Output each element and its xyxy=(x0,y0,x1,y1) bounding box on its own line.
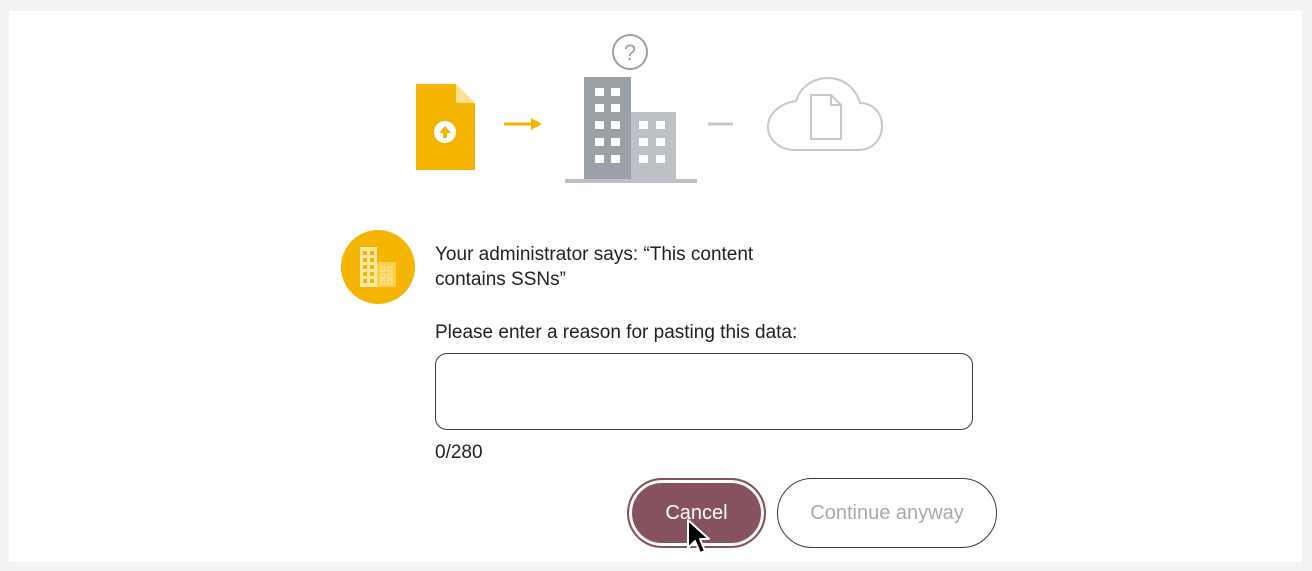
admin-message: Your administrator says: “This content c… xyxy=(435,242,835,292)
admin-message-line-1: Your administrator says: “This content xyxy=(435,244,754,265)
admin-message-line-2: contains SSNs” xyxy=(435,269,566,290)
reason-label: Please enter a reason for pasting this d… xyxy=(435,322,798,343)
organization-building-icon xyxy=(565,77,697,183)
arrow-right-icon xyxy=(504,118,542,130)
question-mark-icon: ? xyxy=(612,34,648,70)
character-counter: 0/280 xyxy=(435,442,483,463)
reason-input[interactable] xyxy=(435,353,973,430)
svg-text:?: ? xyxy=(624,40,636,65)
cloud-file-icon xyxy=(766,76,884,151)
continue-anyway-button-label: Continue anyway xyxy=(810,501,964,524)
organization-avatar-icon xyxy=(341,230,415,304)
cancel-button[interactable]: Cancel xyxy=(627,478,766,548)
upload-file-icon xyxy=(416,84,475,170)
paste-flow-illustration: ? xyxy=(416,34,884,183)
admin-message-row: Your administrator says: “This content c… xyxy=(341,230,981,310)
continue-anyway-button[interactable]: Continue anyway xyxy=(777,478,997,548)
cancel-button-label: Cancel xyxy=(665,501,728,524)
